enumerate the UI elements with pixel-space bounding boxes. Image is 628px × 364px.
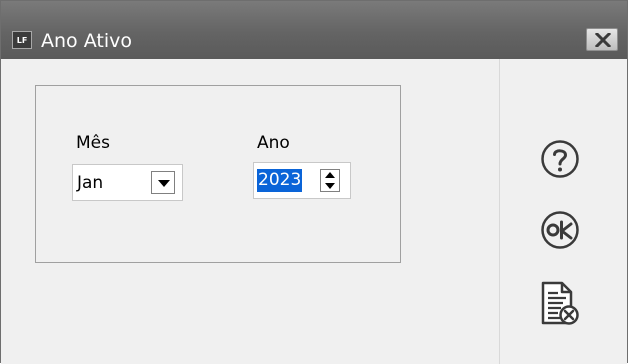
year-spin-buttons <box>320 169 340 192</box>
year-label: Ano <box>257 133 290 153</box>
year-decrement-button[interactable] <box>321 181 339 191</box>
ok-button[interactable] <box>540 210 580 250</box>
close-icon <box>595 33 611 47</box>
arrow-down-icon <box>325 183 335 189</box>
dialog-window: LF Ano Ativo Mês Jan Ano 2023 <box>0 0 628 364</box>
window-title: Ano Ativo <box>41 30 132 52</box>
year-value[interactable]: 2023 <box>257 169 303 192</box>
help-button[interactable] <box>540 139 580 179</box>
month-label: Mês <box>76 133 110 153</box>
month-select[interactable]: Jan <box>72 164 183 201</box>
app-icon: LF <box>12 31 32 49</box>
year-spinner[interactable]: 2023 <box>253 162 351 199</box>
chevron-down-icon <box>158 180 170 187</box>
close-button[interactable] <box>586 28 618 51</box>
month-dropdown-button[interactable] <box>151 171 175 194</box>
cancel-button[interactable] <box>541 281 579 327</box>
title-bar[interactable]: LF Ano Ativo <box>1 1 627 59</box>
month-value: Jan <box>77 173 104 193</box>
arrow-up-icon <box>325 172 335 178</box>
year-increment-button[interactable] <box>321 170 339 180</box>
